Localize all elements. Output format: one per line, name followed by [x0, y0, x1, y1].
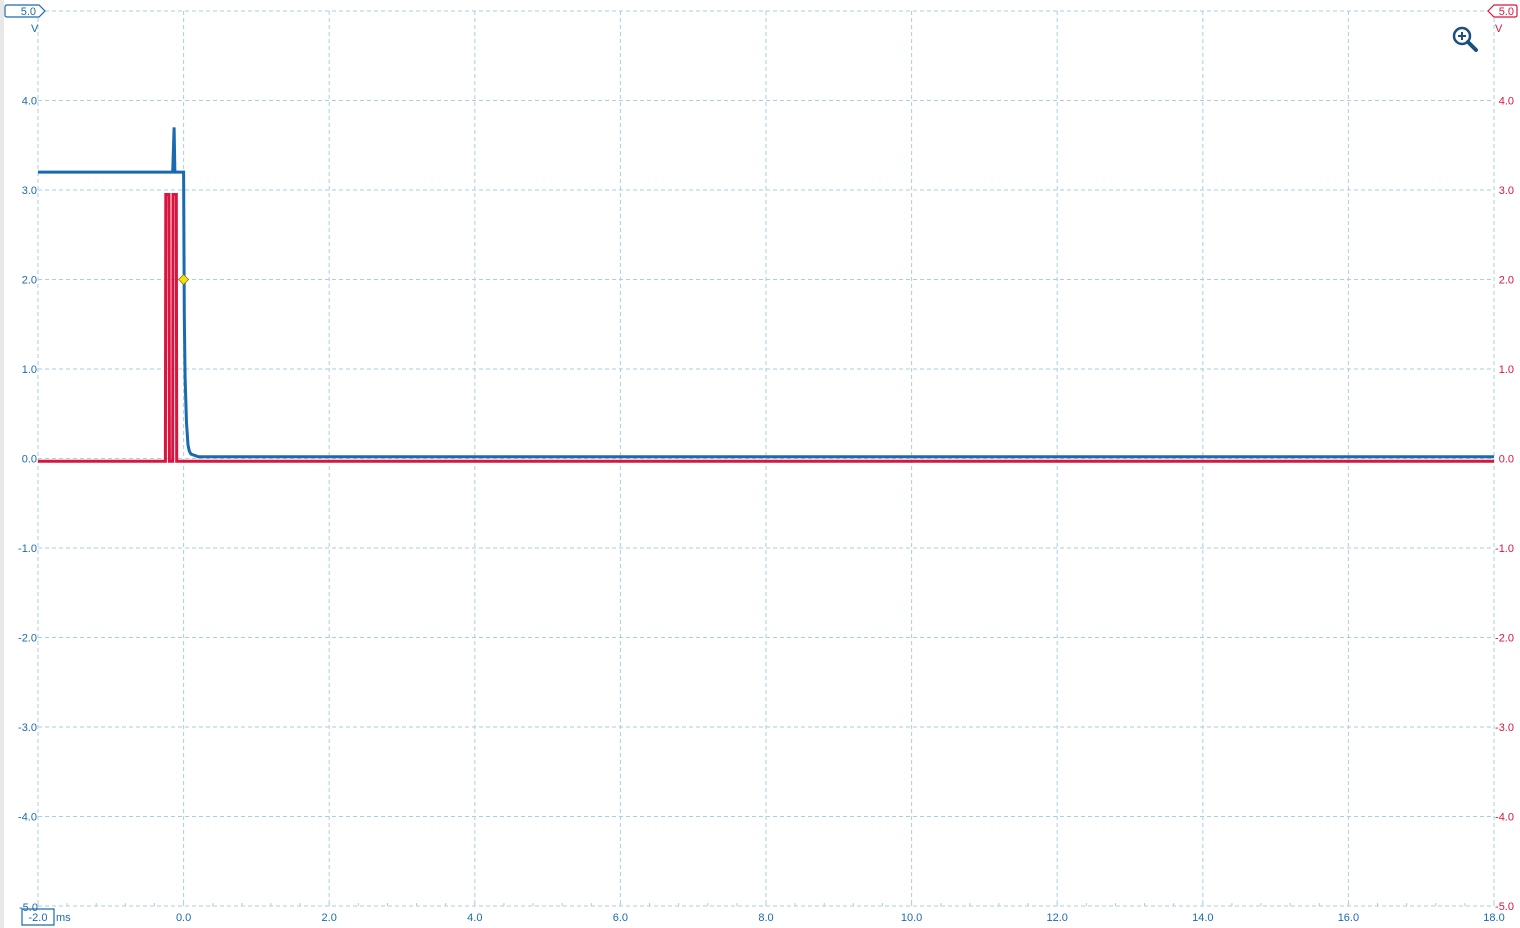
oscilloscope-view: 0.0 2.0 4.0 6.0 8.0 10.0 12.0 14.0 16.0 18.0 4.0 3.…: [0, 0, 1520, 928]
channel-a-unit: V: [31, 23, 39, 35]
y-left-tick-label: -3.0: [18, 722, 37, 734]
x-tick-label: 16.0: [1338, 912, 1359, 924]
channel-b-unit: V: [1495, 23, 1503, 35]
y-right-tick-label: 4.0: [1499, 96, 1514, 108]
grid: [37, 10, 1495, 907]
x-tick-label: 6.0: [613, 912, 628, 924]
y-right-tick-label: -1.0: [1495, 543, 1514, 555]
x-tick-label: 8.0: [758, 912, 773, 924]
trigger-marker[interactable]: [178, 273, 190, 286]
y-right-tick-label: -5.0: [1495, 901, 1514, 913]
trigger-marker-group[interactable]: [178, 273, 190, 286]
channel-a-bottom-label: -5.0: [19, 902, 38, 914]
x-tick-label: 14.0: [1192, 912, 1213, 924]
y-left-tick-label: 0.0: [22, 454, 37, 466]
y-right-tick-label: 0.0: [1499, 454, 1514, 466]
time-unit-label: ms: [56, 912, 71, 924]
y-right-tick-label: -4.0: [1495, 812, 1514, 824]
y-left-tick-label: 3.0: [22, 185, 37, 197]
zoom-in-icon: [1452, 26, 1478, 52]
channel-b-top-marker[interactable]: 5.0: [1487, 4, 1518, 18]
channel-b-top-label: 5.0: [1499, 6, 1514, 18]
channel-a-top-marker[interactable]: 5.0: [4, 4, 46, 18]
y-left-tick-label: -4.0: [18, 812, 37, 824]
x-tick-label: 10.0: [901, 912, 922, 924]
y-right-tick-label: -2.0: [1495, 633, 1514, 645]
channel-a-top-label: 5.0: [21, 6, 36, 18]
x-tick-label: 2.0: [322, 912, 337, 924]
y-left-tick-label: 1.0: [22, 364, 37, 376]
y-right-tick-label: 3.0: [1499, 185, 1514, 197]
y-right-tick-label: -3.0: [1495, 722, 1514, 734]
x-tick-label: 0.0: [176, 912, 191, 924]
y-right-tick-label: 2.0: [1499, 275, 1514, 287]
x-tick-label: 12.0: [1046, 912, 1067, 924]
zoom-in-button[interactable]: [1451, 25, 1479, 53]
y-left-tick-label: 4.0: [22, 96, 37, 108]
y-left-tick-label: -2.0: [18, 633, 37, 645]
scope-plot[interactable]: 0.0 2.0 4.0 6.0 8.0 10.0 12.0 14.0 16.0 18.0 4.0 3.…: [0, 0, 1520, 928]
x-tick-label: 18.0: [1483, 912, 1504, 924]
y-left-tick-label: -1.0: [18, 543, 37, 555]
x-tick-label: 4.0: [467, 912, 482, 924]
y-left-tick-label: 2.0: [22, 275, 37, 287]
y-right-tick-label: 1.0: [1499, 364, 1514, 376]
